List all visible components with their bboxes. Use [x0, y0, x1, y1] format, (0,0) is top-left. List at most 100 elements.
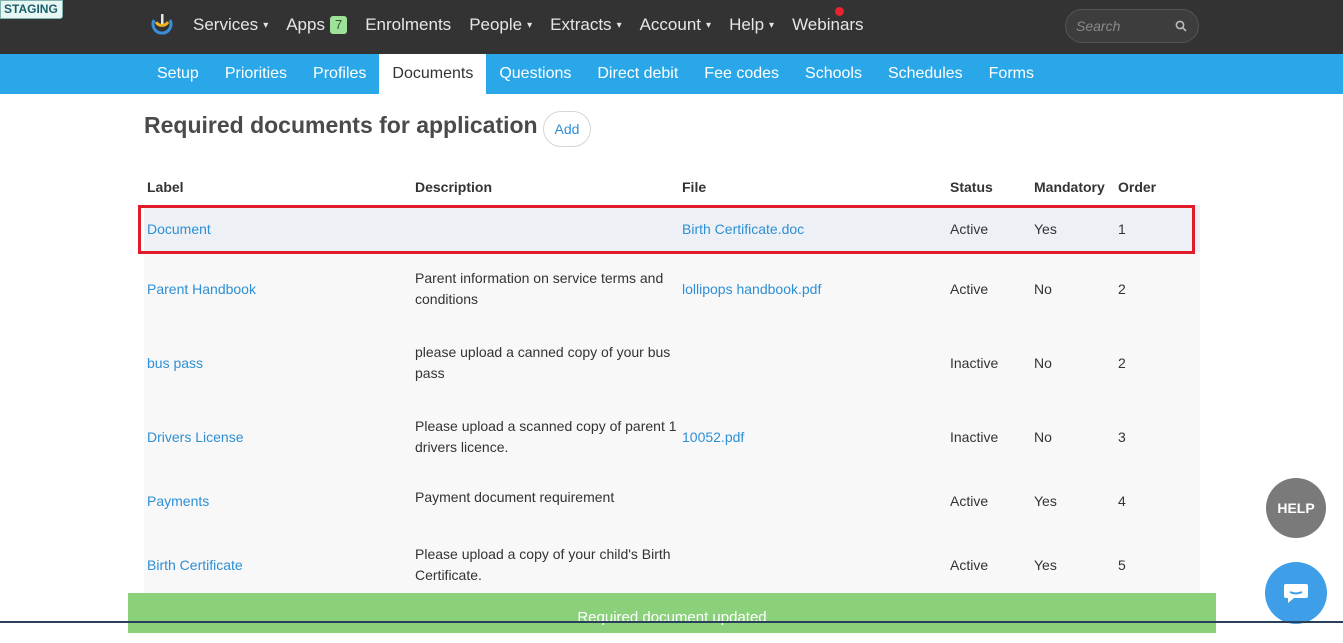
description-text: Please upload a scanned copy of parent 1… [415, 418, 677, 455]
table-row[interactable]: Document Birth Certificate.doc Active Yes 1 [144, 205, 1200, 253]
cell-file: lollipops handbook.pdf [682, 252, 942, 325]
cell-file: Birth Certificate.doc [682, 205, 942, 252]
order-text: 5 [1118, 557, 1126, 573]
cell-mandatory: No [1034, 325, 1114, 400]
file-link[interactable]: 10052.pdf [682, 429, 744, 445]
mandatory-text: No [1034, 429, 1052, 445]
document-label-link[interactable]: Drivers License [147, 429, 243, 445]
nav-label: People [469, 15, 523, 34]
cell-status: Active [950, 528, 1030, 602]
document-label-link[interactable]: bus pass [147, 355, 203, 371]
mandatory-text: Yes [1034, 220, 1057, 237]
cell-label: Document [147, 205, 407, 252]
tab-schools[interactable]: Schools [792, 54, 875, 94]
document-label-link[interactable]: Payments [147, 493, 209, 509]
tab-profiles[interactable]: Profiles [300, 54, 379, 94]
nav-people[interactable]: People ▾ [469, 15, 532, 35]
tab-direct-debit[interactable]: Direct debit [584, 54, 691, 94]
table-header: Label Description File Status Mandatory … [144, 176, 1200, 204]
cell-file [682, 325, 942, 400]
chat-icon [1284, 584, 1308, 603]
order-text: 4 [1118, 493, 1126, 509]
cell-status: Active [950, 252, 1030, 325]
caret-down-icon: ▾ [527, 19, 533, 31]
file-link[interactable]: lollipops handbook.pdf [682, 281, 821, 297]
nav-apps[interactable]: Apps 7 [286, 15, 348, 35]
search-box[interactable] [1065, 9, 1199, 43]
document-label-link[interactable]: Parent Handbook [147, 281, 256, 297]
status-text: Inactive [950, 354, 999, 371]
tab-setup[interactable]: Setup [144, 54, 212, 94]
description-text: please upload a canned copy of your bus … [415, 343, 671, 381]
tab-fee-codes[interactable]: Fee codes [691, 54, 792, 94]
env-badge: STAGING [0, 0, 63, 19]
nav-help[interactable]: Help ▾ [729, 15, 774, 35]
add-button[interactable]: Add [543, 111, 591, 147]
col-label-header: Label [147, 179, 184, 195]
cell-label: bus pass [147, 325, 407, 400]
tab-priorities[interactable]: Priorities [212, 54, 300, 94]
tab-questions[interactable]: Questions [486, 54, 584, 94]
cell-status: Inactive [950, 325, 1030, 400]
order-text: 3 [1118, 429, 1126, 445]
file-link[interactable]: Birth Certificate.doc [682, 221, 804, 237]
status-text: Active [950, 220, 989, 237]
cell-description: Please upload a copy of your child's Bir… [415, 528, 677, 602]
chat-button[interactable] [1265, 562, 1327, 624]
table-row[interactable]: Parent Handbook Parent information on ser… [144, 252, 1200, 326]
nav-label: Apps [286, 15, 325, 34]
page-title: Required documents for application [144, 112, 538, 138]
cell-mandatory: Yes [1034, 528, 1114, 602]
mandatory-text: Yes [1034, 493, 1057, 509]
cell-order: 5 [1118, 528, 1198, 602]
col-file-header: File [682, 179, 707, 195]
table-row[interactable]: Birth Certificate Please upload a copy of… [144, 528, 1200, 603]
cell-order: 3 [1118, 400, 1198, 474]
tab-documents[interactable]: Documents [379, 54, 487, 94]
apps-count-badge: 7 [329, 16, 348, 34]
description-text: Payment document requirement [415, 489, 615, 505]
sub-navbar: Setup Priorities Profiles Documents Question… [0, 54, 1343, 94]
caret-down-icon: ▾ [616, 19, 622, 31]
top-navbar: Services ▾ Apps 7 Enrolments People ▾ Extracts ▾… [0, 0, 1343, 54]
status-text: Active [950, 280, 989, 297]
nav-label: Enrolments [365, 15, 452, 34]
col-status-header: Status [950, 179, 993, 195]
search-input[interactable] [1076, 18, 1171, 34]
cell-file: 10052.pdf [682, 400, 942, 474]
nav-enrolments[interactable]: Enrolments [365, 15, 451, 35]
cell-mandatory: Yes [1034, 474, 1114, 528]
logo-icon[interactable] [150, 12, 174, 36]
nav-label: Account [639, 15, 702, 34]
nav-webinars[interactable]: Webinars [792, 15, 864, 35]
status-text: Active [950, 493, 989, 509]
nav-label: Extracts [550, 15, 612, 34]
cell-label: Parent Handbook [147, 252, 407, 325]
order-text: 1 [1118, 220, 1126, 237]
table-row[interactable]: Payments Payment document requirement Acti… [144, 474, 1200, 529]
search-icon[interactable] [1175, 20, 1187, 32]
toast-message: Required document updated [128, 593, 1216, 633]
caret-down-icon: ▾ [263, 19, 269, 31]
description-text: Please upload a copy of your child's Bir… [415, 546, 671, 583]
main-nav: Services ▾ Apps 7 Enrolments People ▾ Extracts ▾… [193, 0, 882, 50]
table-row[interactable]: bus pass please upload a canned copy of y… [144, 325, 1200, 401]
document-label-link[interactable]: Birth Certificate [147, 557, 243, 573]
cell-status: Active [950, 205, 1030, 252]
tab-forms[interactable]: Forms [976, 54, 1047, 94]
help-button[interactable]: HELP [1266, 478, 1326, 538]
cell-order: 2 [1118, 325, 1198, 400]
col-mandatory-header: Mandatory [1034, 179, 1105, 195]
nav-services[interactable]: Services ▾ [193, 15, 268, 35]
cell-description: Please upload a scanned copy of parent 1… [415, 400, 677, 474]
nav-account[interactable]: Account ▾ [640, 15, 711, 35]
nav-extracts[interactable]: Extracts ▾ [550, 15, 621, 35]
table-row[interactable]: Drivers License Please upload a scanned c… [144, 400, 1200, 475]
col-order-header: Order [1118, 179, 1157, 195]
cell-label: Birth Certificate [147, 528, 407, 602]
tab-schedules[interactable]: Schedules [875, 54, 976, 94]
document-label-link[interactable]: Document [147, 221, 211, 237]
cell-label: Payments [147, 474, 407, 528]
order-text: 2 [1118, 280, 1126, 297]
settings-tabs: Setup Priorities Profiles Documents Question… [144, 54, 1047, 94]
